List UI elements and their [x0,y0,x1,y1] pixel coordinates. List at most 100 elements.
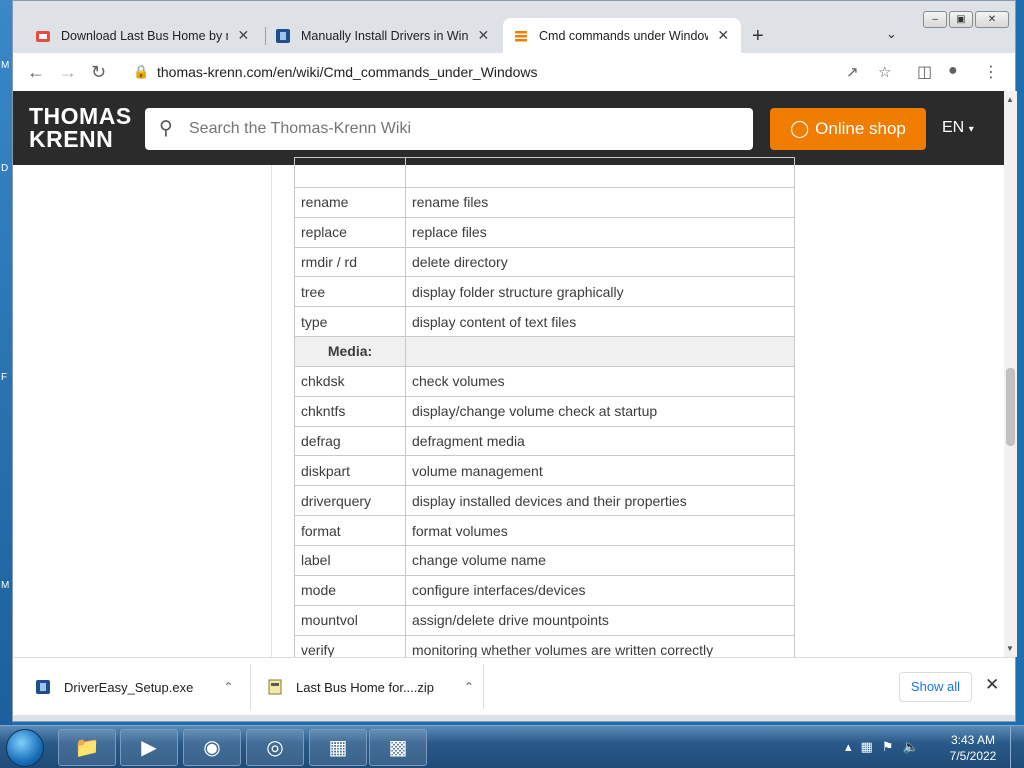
tab-close-button[interactable]: ✕ [476,27,491,44]
desktop-letter: F [1,372,8,383]
side-panel-icon[interactable]: ◫ [917,62,932,82]
url-text[interactable]: thomas-krenn.com/en/wiki/Cmd_commands_un… [157,64,538,80]
app-taskbar-icon[interactable]: ◎ [246,729,304,766]
search-icon: ⚲ [159,118,173,139]
description-cell: check volumes [405,365,795,397]
desktop-edge: M D F M [0,0,12,725]
table-row: mode configure interfaces/devices [294,574,795,606]
page-viewport: THOMAS KRENN ⚲ ◯ Online shop EN ▾ rename… [13,91,1004,657]
table-row [294,157,795,188]
start-button[interactable] [6,729,44,767]
tab-close-button[interactable]: ✕ [716,27,731,44]
command-cell: rename [294,186,406,218]
tab-manually-install-drivers[interactable]: Manually Install Drivers in Windo ✕ [265,18,501,53]
tray-expand-icon[interactable]: ▴ [845,739,852,755]
chevron-up-icon[interactable]: ⌃ [223,680,233,694]
taskbar-clock[interactable]: 3:43 AM 7/5/2022 [944,732,1002,764]
reload-icon[interactable]: ↻ [91,62,106,83]
bookmark-star-icon[interactable]: ☆ [878,63,891,81]
online-shop-button[interactable]: ◯ Online shop [770,108,926,150]
chrome-taskbar-icon[interactable]: ◉ [183,729,241,766]
address-bar[interactable]: 🔒 thomas-krenn.com/en/wiki/Cmd_commands_… [119,58,909,86]
flag-icon[interactable]: ⚑ [882,739,894,755]
thomas-krenn-logo[interactable]: THOMAS KRENN [29,105,132,151]
close-download-bar-icon[interactable]: ✕ [985,675,999,695]
table-row: rename rename files [294,186,795,218]
scroll-up-arrow-icon[interactable]: ▲ [1006,95,1014,104]
share-icon[interactable]: ↗ [846,63,859,81]
download-item[interactable]: DriverEasy_Setup.exe ⌃ [35,672,233,702]
back-icon[interactable]: ← [27,62,45,83]
table-row: chkntfs display/change volume check at st… [294,395,795,427]
tab-search-chevron-icon[interactable]: ⌄ [886,26,897,42]
description-cell: display installed devices and their prop… [405,485,795,517]
command-cell: chkdsk [294,365,406,397]
tab-close-button[interactable]: ✕ [236,27,251,44]
desktop-letter: D [1,163,9,174]
wiki-search-input[interactable] [189,116,729,142]
page-scrollbar[interactable]: ▲ ▼ [1004,91,1017,657]
command-cell: label [294,544,406,576]
network-icon[interactable]: ▦ [861,739,873,755]
tab-strip: Download Last Bus Home by maj ✕ Manually… [13,1,1015,53]
description-cell: replace files [405,216,795,248]
drivereasy-file-icon [36,680,50,694]
table-row: replace replace files [294,216,795,248]
description-cell [405,336,795,367]
chevron-up-icon[interactable]: ⌃ [464,680,474,694]
tab-title: Download Last Bus Home by maj [61,28,228,43]
minimize-button[interactable]: – [923,11,947,28]
game-taskbar-icon[interactable]: ▦ [309,729,367,766]
scrollbar-thumb[interactable] [1006,368,1015,446]
command-cell: verify [294,634,406,657]
explorer-taskbar-icon[interactable]: 📁 [58,729,116,766]
menu-kebab-icon[interactable]: ⋮ [983,62,999,82]
site-header: THOMAS KRENN ⚲ ◯ Online shop EN ▾ [13,91,1004,165]
description-cell: display content of text files [405,306,795,338]
tab-cmd-commands[interactable]: Cmd commands under Windows ✕ [503,18,741,53]
maximize-button[interactable]: ▣ [949,11,973,28]
zip-file-icon [268,679,282,695]
forward-icon[interactable]: → [59,62,77,83]
clock-time: 3:43 AM [950,733,996,747]
description-cell: delete directory [405,246,795,278]
logo-bottom-text: KRENN [29,126,114,152]
description-cell: format volumes [405,515,795,546]
show-all-downloads-button[interactable]: Show all [899,672,972,702]
new-tab-button[interactable]: + [752,25,764,48]
tab-last-bus-home[interactable]: Download Last Bus Home by maj ✕ [25,18,261,53]
command-cell: driverquery [294,485,406,517]
window-controls: – ▣ ✕ [923,11,1009,28]
download-filename: Last Bus Home for....zip [296,679,435,695]
language-selector[interactable]: EN ▾ [942,119,974,137]
description-cell: monitoring whether volumes are written c… [405,634,795,657]
table-row: mountvol assign/delete drive mountpoints [294,604,795,636]
table-row: driverquery display installed devices and… [294,485,795,517]
table-row: diskpart volume management [294,455,795,487]
lock-icon[interactable]: 🔒 [133,64,149,80]
close-window-button[interactable]: ✕ [975,11,1009,28]
command-cell: chkntfs [294,395,406,427]
profile-avatar-icon[interactable]: ● [948,62,958,80]
windows-taskbar: 📁 ▶ ◉ ◎ ▦ ▩ ▴ ▦ ⚑ 🔈 3:43 AM 7/5/2022 [0,725,1024,768]
command-cell: defrag [294,425,406,457]
command-cell: rmdir / rd [294,246,406,278]
wiki-search-box[interactable]: ⚲ [145,108,753,150]
download-separator [250,664,251,709]
language-label: EN [942,119,965,136]
browser-window: Download Last Bus Home by maj ✕ Manually… [12,0,1017,722]
scroll-down-arrow-icon[interactable]: ▼ [1006,644,1014,653]
browser-toolbar: ← → ↻ 🔒 thomas-krenn.com/en/wiki/Cmd_com… [13,53,1015,91]
command-cell: mode [294,574,406,606]
volume-icon[interactable]: 🔈 [902,739,918,755]
table-row: type display content of text files [294,306,795,338]
download-item[interactable]: Last Bus Home for....zip ⌃ [267,672,474,702]
cmd-taskbar-icon[interactable]: ▩ [369,729,427,766]
table-row: rmdir / rd delete directory [294,246,795,278]
description-cell: volume management [405,455,795,487]
media-player-taskbar-icon[interactable]: ▶ [120,729,178,766]
command-cell: type [294,306,406,338]
table-row: defrag defragment media [294,425,795,457]
show-desktop-button[interactable] [1010,726,1024,768]
desktop-letter: M [1,580,10,591]
